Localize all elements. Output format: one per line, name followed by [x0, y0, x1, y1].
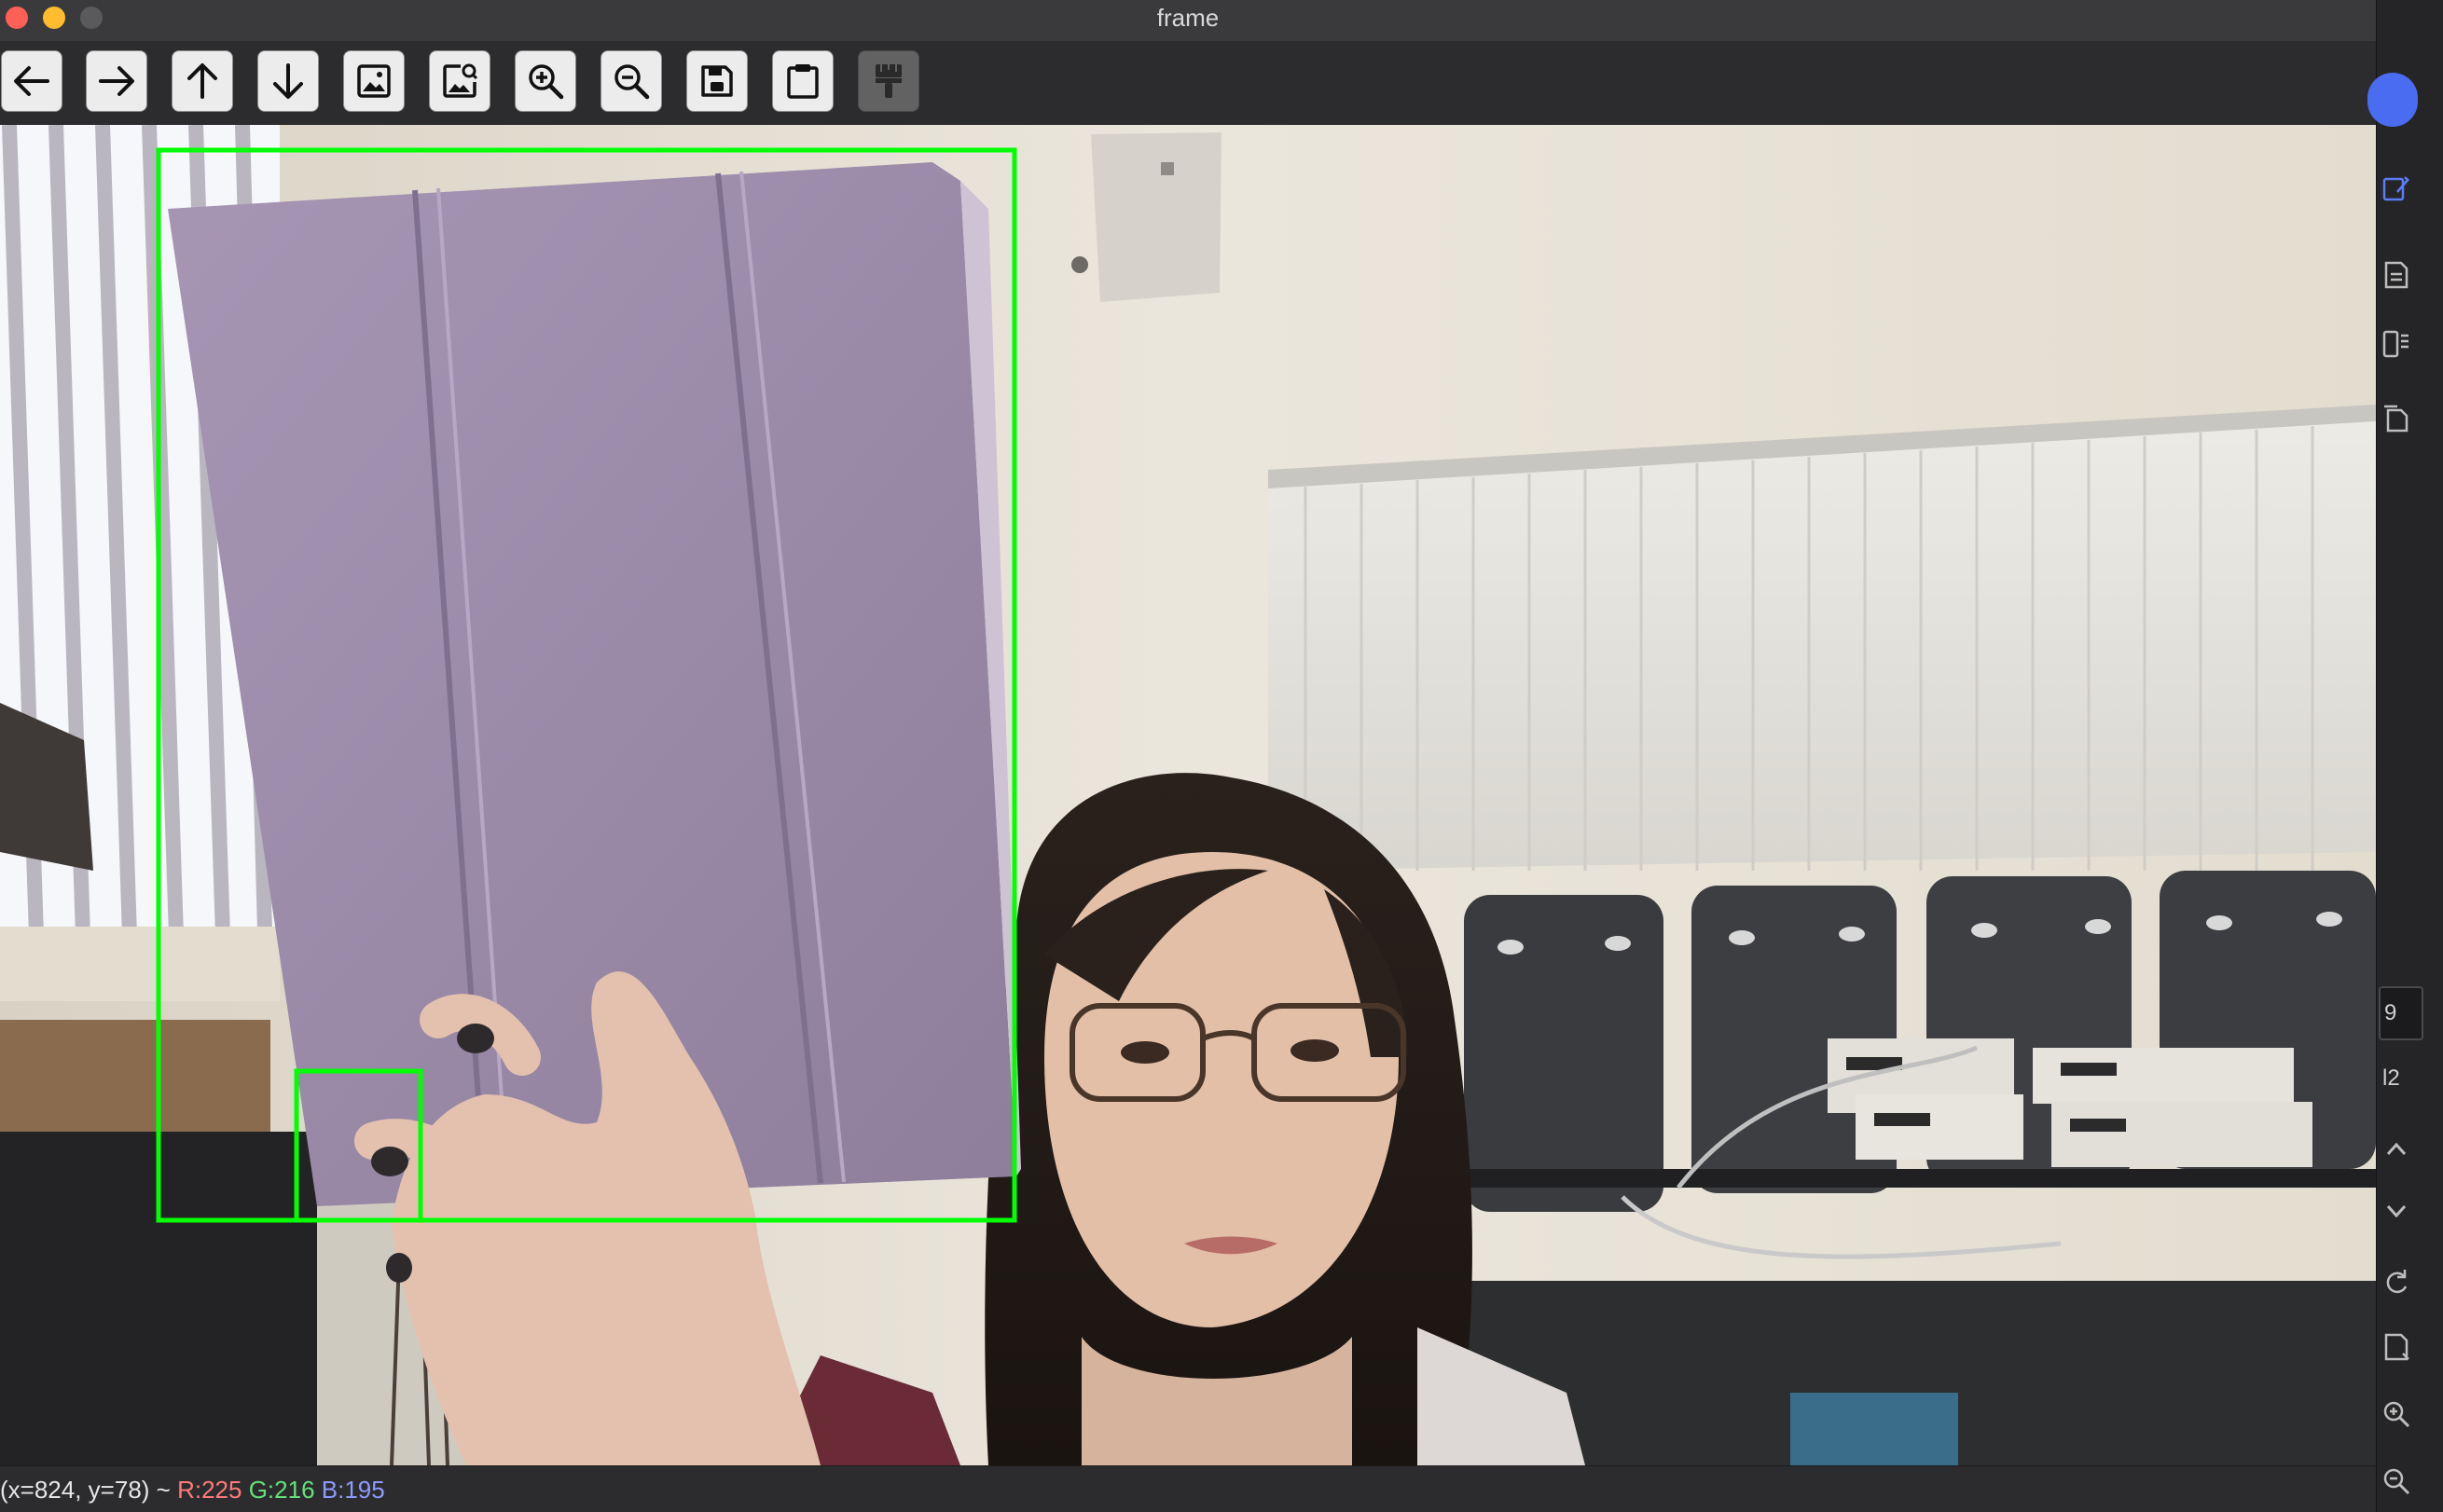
camera-frame-image [0, 125, 2376, 1465]
toolbar [0, 41, 2376, 125]
cursor-coordinates: (x=824, y=78) ~ [0, 1476, 171, 1504]
zoom-original-button[interactable] [429, 50, 490, 112]
copy-to-clipboard-button[interactable] [772, 50, 834, 112]
compose-icon[interactable] [2381, 173, 2412, 205]
camera-frame-view[interactable] [0, 125, 2376, 1465]
zoom-out-icon[interactable] [2381, 1465, 2412, 1497]
window-title: frame [1156, 4, 1220, 32]
pixel-red-value: R:225 [177, 1476, 242, 1504]
pan-left-button[interactable] [1, 50, 62, 112]
arrow-up-icon [187, 63, 217, 99]
floppy-disk-icon [701, 65, 733, 97]
zoom-in-button[interactable] [515, 50, 576, 112]
properties-button[interactable] [858, 50, 919, 112]
paint-brush-icon [876, 64, 902, 98]
zoom-reset-button[interactable] [343, 50, 405, 112]
account-avatar-button[interactable] [2367, 73, 2418, 127]
image-magnifier-icon [443, 63, 478, 98]
pixel-green-value: G:216 [248, 1476, 315, 1504]
chevron-down-icon[interactable] [2381, 1195, 2412, 1227]
image-icon [357, 64, 391, 98]
arrow-left-icon [14, 66, 49, 96]
clipboard-icon [787, 64, 819, 99]
page-count-label: l2 [2382, 1065, 2400, 1091]
opencv-frame-window: frame (x=824, y=78) ~ R:225 G:216 B:195 [0, 0, 2376, 1512]
page-fit-icon[interactable] [2381, 1331, 2412, 1363]
pan-right-button[interactable] [86, 50, 147, 112]
arrow-right-icon [99, 66, 134, 96]
title-bar[interactable]: frame [0, 0, 2376, 42]
pixel-blue-value: B:195 [321, 1476, 385, 1504]
page-number-value: 9 [2384, 1000, 2397, 1025]
save-image-button[interactable] [686, 50, 748, 112]
copy-page-icon[interactable] [2381, 403, 2412, 434]
zoom-in-icon [529, 64, 564, 100]
zoom-out-icon [614, 64, 650, 100]
side-panel: 9 l2 [2367, 0, 2443, 1512]
arrow-down-icon [273, 63, 303, 99]
rotate-icon[interactable] [2381, 1266, 2412, 1298]
zoom-in-icon[interactable] [2381, 1398, 2412, 1430]
document-list-icon[interactable] [2381, 259, 2412, 291]
zoom-out-button[interactable] [600, 50, 662, 112]
right-window-blinds [1268, 405, 2376, 871]
page-number-field[interactable]: 9 [2379, 986, 2423, 1040]
page-list-icon[interactable] [2381, 328, 2412, 360]
status-bar: (x=824, y=78) ~ R:225 G:216 B:195 [0, 1465, 2376, 1512]
pan-down-button[interactable] [257, 50, 319, 112]
purple-tablet [168, 162, 1021, 1206]
chevron-up-icon[interactable] [2381, 1134, 2412, 1165]
pan-up-button[interactable] [172, 50, 233, 112]
